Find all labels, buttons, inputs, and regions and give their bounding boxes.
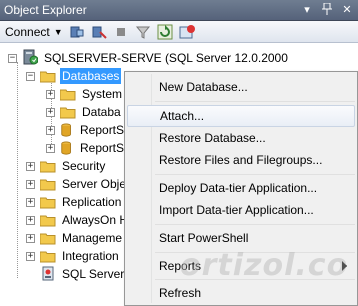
disconnect-icon[interactable]	[91, 24, 107, 40]
menu-separator	[155, 174, 355, 175]
tree-node-alwayson[interactable]: + AlwaysOn H	[26, 211, 130, 229]
tree-label: Manageme	[62, 231, 123, 245]
server-icon	[22, 49, 39, 68]
close-icon[interactable]: ✕	[340, 2, 354, 16]
menu-item-label: Restore Files and Filegroups...	[159, 153, 323, 167]
menu-item-attach[interactable]: Attach...	[127, 105, 355, 127]
tree-label: System	[82, 87, 123, 101]
watermark: ortizol.co	[180, 248, 349, 283]
pin-icon[interactable]	[320, 2, 334, 16]
folder-icon	[40, 233, 56, 244]
expand-icon[interactable]: +	[26, 215, 35, 225]
refresh-icon[interactable]	[157, 24, 173, 40]
tree-node-management[interactable]: + Manageme	[26, 229, 124, 247]
menu-item-restore-database[interactable]: Restore Database...	[127, 127, 355, 149]
stop-icon[interactable]	[113, 24, 129, 40]
expand-icon[interactable]: +	[46, 143, 55, 153]
toolbar: Connect ▼	[0, 21, 358, 43]
connect-button[interactable]: Connect ▼	[5, 25, 63, 39]
menu-item-label: Refresh	[159, 286, 202, 300]
tree-label: Integration	[62, 249, 119, 263]
sync-icon[interactable]	[179, 24, 195, 40]
tree-node-database[interactable]: + ReportS	[46, 121, 126, 139]
tree-label: Databa	[82, 105, 121, 119]
menu-item-label: Restore Database...	[159, 131, 266, 145]
tree-node-server[interactable]: − SQLSERVER-SERVE (SQL Server 12.0.2000	[8, 49, 290, 67]
tree-node-databases[interactable]: − Databases	[26, 67, 122, 85]
tree-label: ReportS	[80, 123, 125, 137]
collapse-icon[interactable]: −	[8, 53, 17, 63]
chevron-down-icon: ▼	[53, 26, 63, 37]
menu-separator	[155, 224, 355, 225]
tree-node-database[interactable]: + Databa	[46, 103, 123, 121]
window-title: Object Explorer	[4, 3, 87, 17]
menu-item-new-database[interactable]: New Database...	[127, 76, 355, 98]
folder-icon	[40, 215, 56, 226]
connect-server-icon[interactable]	[69, 24, 85, 40]
menu-item-import-data-tier[interactable]: Import Data-tier Application...	[127, 199, 355, 221]
folder-icon	[60, 89, 76, 100]
menu-item-label: Deploy Data-tier Application...	[159, 181, 318, 195]
tree-node-server-objects[interactable]: + Server Obje	[26, 175, 128, 193]
folder-icon	[40, 71, 56, 82]
filter-icon[interactable]	[135, 24, 151, 40]
tree-label: Replication	[62, 195, 122, 209]
collapse-icon[interactable]: −	[26, 71, 35, 81]
connect-label: Connect	[5, 24, 50, 39]
tree-node-integration[interactable]: + Integration	[26, 247, 121, 265]
expand-icon[interactable]: +	[26, 161, 35, 171]
database-icon	[61, 123, 71, 137]
expand-icon[interactable]: +	[26, 233, 35, 243]
menu-item-refresh[interactable]: Refresh	[127, 282, 355, 304]
expand-icon[interactable]: +	[26, 251, 35, 261]
folder-icon	[40, 161, 56, 172]
tree-node-security[interactable]: + Security	[26, 157, 107, 175]
server-label: SQLSERVER-SERVE (SQL Server 12.0.2000	[44, 51, 288, 65]
menu-item-label: Attach...	[160, 109, 205, 123]
tree-label: Security	[62, 159, 106, 173]
menu-item-label: Import Data-tier Application...	[159, 203, 314, 217]
tree-label: ReportS	[80, 141, 125, 155]
tree-node-system[interactable]: + System	[46, 85, 124, 103]
tree-label: AlwaysOn H	[62, 213, 129, 227]
tree-node-sql-server-agent[interactable]: SQL Server	[40, 265, 126, 283]
menu-item-start-powershell[interactable]: Start PowerShell	[127, 227, 355, 249]
menu-item-label: Start PowerShell	[159, 231, 249, 245]
expand-icon[interactable]: +	[46, 125, 55, 135]
agent-icon	[42, 266, 54, 281]
menu-item-label: New Database...	[159, 80, 248, 94]
database-icon	[61, 141, 71, 155]
menu-separator	[155, 101, 355, 102]
folder-icon	[40, 179, 56, 190]
menu-item-deploy-data-tier[interactable]: Deploy Data-tier Application...	[127, 177, 355, 199]
tree-label: Server Obje	[62, 177, 127, 191]
tree-label: SQL Server	[62, 267, 125, 281]
folder-icon	[40, 197, 56, 208]
title-bar: Object Explorer ▾ ✕	[0, 0, 358, 21]
folder-icon	[40, 251, 56, 262]
tree-node-database[interactable]: + ReportS	[46, 139, 126, 157]
dropdown-icon[interactable]: ▾	[300, 2, 314, 16]
folder-icon	[60, 107, 76, 118]
expand-icon[interactable]: +	[26, 179, 35, 189]
expand-icon[interactable]: +	[46, 89, 55, 99]
expand-icon[interactable]: +	[26, 197, 35, 207]
tree-node-replication[interactable]: + Replication	[26, 193, 123, 211]
expand-icon[interactable]: +	[46, 107, 55, 117]
databases-label: Databases	[60, 68, 122, 84]
menu-item-restore-files[interactable]: Restore Files and Filegroups...	[127, 149, 355, 171]
